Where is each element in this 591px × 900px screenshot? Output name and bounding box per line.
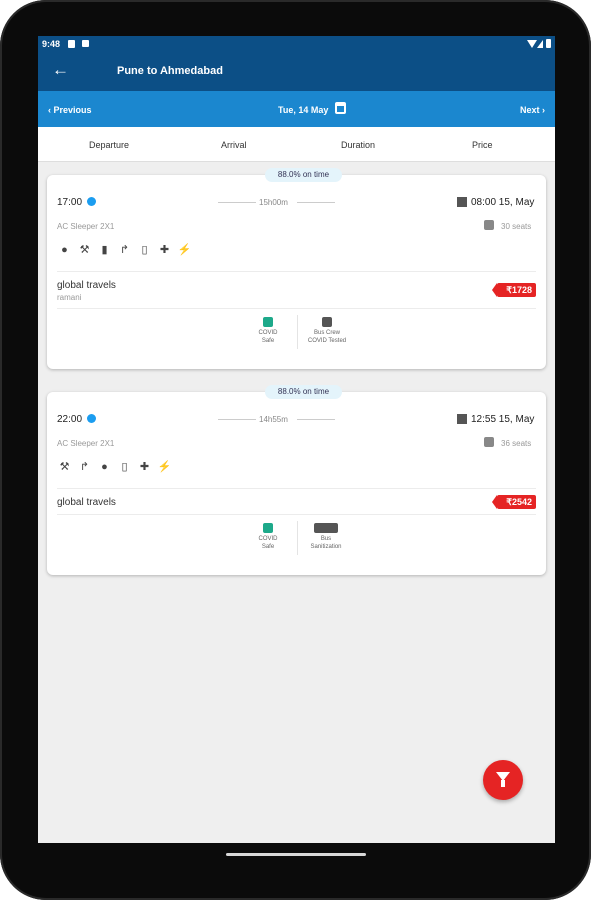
water-bottle-icon: ▯: [121, 461, 128, 473]
hammer-icon: ⚒: [59, 461, 70, 473]
crew-check-icon: [322, 317, 332, 327]
next-day-button[interactable]: Next ›: [520, 105, 545, 115]
filter-button[interactable]: [483, 760, 523, 800]
badge-label: Bus: [320, 536, 332, 542]
on-time-badge: 88.0% on time: [265, 168, 342, 182]
bus-sanitization-badge: Bus Sanitization: [298, 523, 354, 551]
water-bottle-icon: ▯: [141, 244, 148, 256]
divider: [57, 308, 536, 309]
charging-point-icon: ⚡: [157, 461, 172, 473]
badge-label: COVID Tested: [307, 338, 347, 344]
duration: 15h00m: [259, 198, 288, 207]
divider: [57, 514, 536, 515]
sim-icon: [68, 40, 75, 48]
status-time: 9:48: [42, 39, 61, 49]
wifi-icon: [527, 40, 537, 48]
badge-label: COVID: [258, 536, 278, 542]
operator-name: global travels: [57, 497, 116, 508]
sort-departure[interactable]: Departure: [89, 140, 129, 150]
sort-arrival[interactable]: Arrival: [221, 140, 247, 150]
shield-icon: [263, 523, 273, 533]
notification-icon: [82, 40, 89, 47]
hammer-icon: ⚒: [79, 244, 90, 256]
duration: 14h55m: [259, 415, 288, 424]
home-indicator[interactable]: [226, 853, 366, 856]
price-tag[interactable]: ₹1728: [492, 283, 536, 297]
reading-light-icon: ↱: [79, 461, 90, 473]
filter-icon-stem: [501, 780, 505, 787]
date-bar: ‹ Previous Tue, 14 May Next ›: [38, 91, 555, 127]
divider: [57, 271, 536, 272]
departure-time: 22:00: [57, 414, 83, 425]
covid-safe-badge: COVID Safe: [246, 317, 290, 345]
reading-light-icon: ↱: [119, 244, 130, 256]
arrival-calendar-icon: [457, 197, 467, 207]
amenities-row[interactable]: ⚒ ↱ ● ▯ ✚ ⚡: [57, 460, 172, 474]
bus-card[interactable]: 88.0% on time 17:00 15h00m 08:00 15, May…: [47, 168, 546, 369]
location-icon: ●: [101, 461, 108, 473]
arrival-time: 08:00 15, May: [471, 197, 535, 208]
sort-bar: Departure Arrival Duration Price: [38, 127, 555, 162]
seats-available: 30 seats: [501, 222, 532, 231]
bus-type: AC Sleeper 2X1: [57, 439, 115, 448]
divider: [57, 488, 536, 489]
sort-duration[interactable]: Duration: [341, 140, 375, 150]
app-bar: ← Pune to Ahmedabad: [38, 52, 555, 91]
first-aid-icon: ✚: [159, 244, 170, 256]
page-title: Pune to Ahmedabad: [117, 65, 223, 77]
screen: 9:48 ← Pune to Ahmedabad ‹ Previous Tue,…: [38, 36, 555, 843]
duration-line: [297, 202, 335, 203]
bus-type: AC Sleeper 2X1: [57, 222, 115, 231]
first-aid-icon: ✚: [139, 461, 150, 473]
status-bar: 9:48: [38, 36, 555, 52]
duration-line: [297, 419, 335, 420]
sort-price[interactable]: Price: [472, 140, 493, 150]
back-arrow-icon[interactable]: ←: [52, 60, 69, 80]
badge-label: Sanitization: [310, 544, 342, 550]
duration-line: [218, 419, 256, 420]
operator-name: global travels: [57, 280, 116, 291]
selected-date[interactable]: Tue, 14 May: [278, 105, 328, 115]
on-time-badge: 88.0% on time: [265, 385, 342, 399]
seats-available: 36 seats: [501, 439, 532, 448]
live-tracking-dot-icon: [87, 414, 96, 423]
badge-label: COVID: [258, 330, 278, 336]
badge-label: Safe: [261, 544, 275, 550]
amenities-row[interactable]: ● ⚒ ▮ ↱ ▯ ✚ ⚡: [57, 243, 192, 257]
location-icon: ●: [61, 244, 68, 256]
live-tracking-dot-icon: [87, 197, 96, 206]
arrival-calendar-icon: [457, 414, 467, 424]
badge-label: Bus Crew: [313, 330, 340, 336]
covid-safe-badge: COVID Safe: [246, 523, 290, 551]
battery-icon: [546, 39, 551, 48]
crew-tested-badge: Bus Crew COVID Tested: [298, 317, 356, 345]
charging-point-icon: ⚡: [177, 244, 192, 256]
operator-subtitle: ramani: [57, 293, 82, 302]
arrival-time: 12:55 15, May: [471, 414, 535, 425]
calendar-icon[interactable]: [335, 102, 346, 114]
seat-icon: [484, 220, 494, 230]
price-tag[interactable]: ₹2542: [492, 495, 536, 509]
bus-card[interactable]: 88.0% on time 22:00 14h55m 12:55 15, May…: [47, 385, 546, 575]
signal-icon: [537, 40, 543, 48]
bin-icon: ▮: [101, 244, 108, 256]
departure-time: 17:00: [57, 197, 83, 208]
shield-icon: [263, 317, 273, 327]
seat-icon: [484, 437, 494, 447]
duration-line: [218, 202, 256, 203]
badge-label: Safe: [261, 338, 275, 344]
previous-day-button[interactable]: ‹ Previous: [48, 105, 92, 115]
sanitizer-icon: [314, 523, 338, 533]
